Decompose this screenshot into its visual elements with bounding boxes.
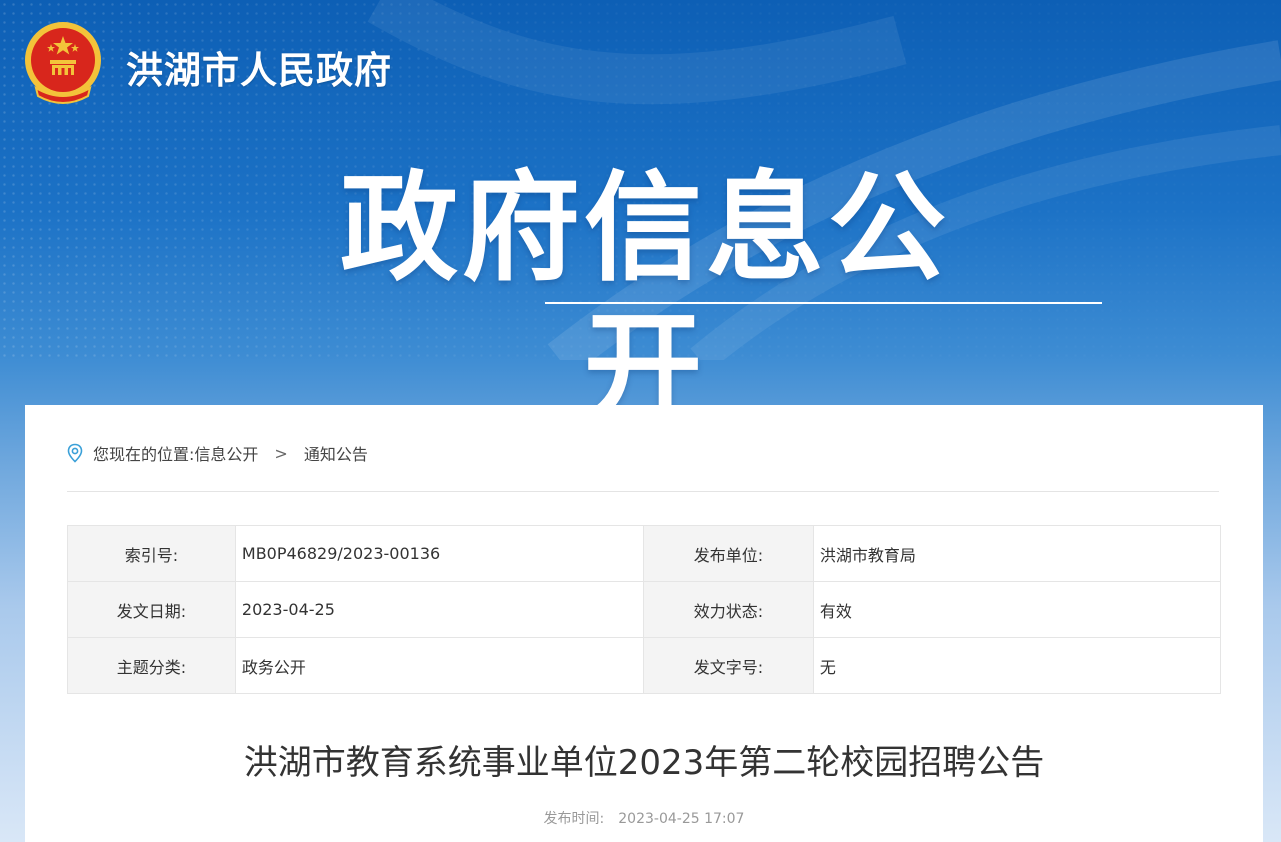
publish-time-label: 发布时间: [543,811,605,827]
meta-date-value: 2023-04-25 [234,581,644,638]
meta-status-label: 效力状态: [642,581,814,638]
meta-topic-label: 主题分类: [67,637,236,694]
breadcrumb-link-info-disclosure[interactable]: 信息公开 [194,441,258,465]
publish-time-value: 2023-04-25 17:07 [618,811,745,827]
document-meta-table: 索引号: MB0P46829/2023-00136 发布单位: 洪湖市教育局 发… [67,525,1222,694]
meta-row-date: 发文日期: 2023-04-25 效力状态: 有效 [67,581,1222,638]
breadcrumb-prefix: 您现在的位置: [93,445,195,464]
meta-publisher-label: 发布单位: [642,525,814,582]
meta-topic-value: 政务公开 [234,637,644,694]
banner-underline [545,302,1102,304]
meta-status-value: 有效 [812,581,1222,638]
breadcrumb-separator: > [274,443,288,463]
meta-index-value: MB0P46829/2023-00136 [234,525,644,582]
national-emblem-icon [25,22,101,104]
breadcrumb-link-notices[interactable]: 通知公告 [304,441,368,465]
site-name[interactable]: 洪湖市人民政府 [126,40,392,94]
breadcrumb: 您现在的位置: 信息公开 > 通知公告 [65,440,368,466]
meta-docnum-value: 无 [812,637,1222,694]
section-banner-title: 政府信息公开 [339,159,950,437]
meta-date-label: 发文日期: [67,581,236,638]
article-title: 洪湖市教育系统事业单位2023年第二轮校园招聘公告 [243,743,1045,783]
content-panel: 您现在的位置: 信息公开 > 通知公告 索引号: MB0P46829/2023-… [25,405,1263,842]
breadcrumb-divider [67,491,1219,492]
publish-time: 发布时间: 2023-04-25 17:07 [25,808,1263,828]
location-pin-icon [67,443,83,463]
meta-row-topic: 主题分类: 政务公开 发文字号: 无 [67,637,1222,694]
meta-docnum-label: 发文字号: [642,637,814,694]
meta-index-label: 索引号: [67,525,236,582]
meta-publisher-value: 洪湖市教育局 [812,525,1222,582]
meta-row-index: 索引号: MB0P46829/2023-00136 发布单位: 洪湖市教育局 [67,525,1222,582]
